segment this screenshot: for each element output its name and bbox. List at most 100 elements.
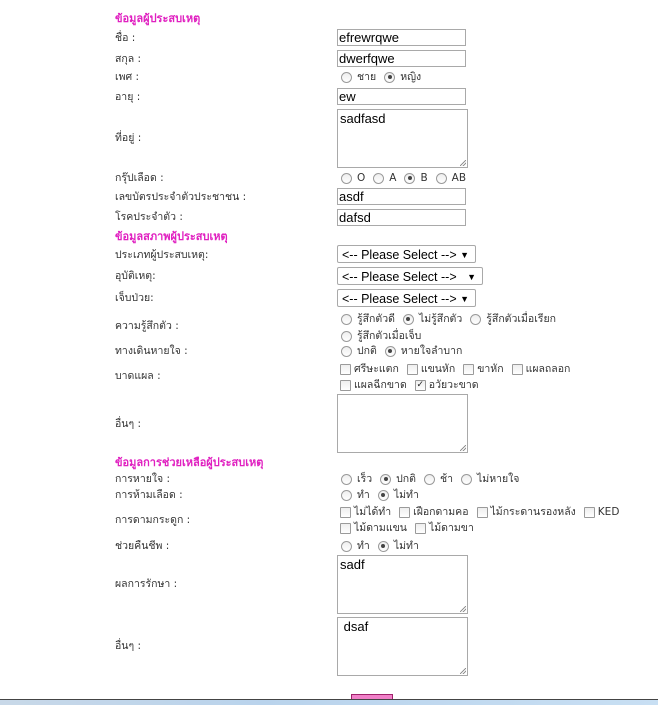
first-name-label: ชื่อ : [115,32,136,44]
wound-checkbox-head[interactable] [340,363,351,375]
wound-label: บาดแผล : [115,370,161,382]
option-label: ศรีษะแตก [354,363,399,375]
breathing-radio-none[interactable] [461,473,472,485]
victim-type-label: ประเภทผู้ประสบเหตุ: [115,249,209,261]
consciousness-radio-unconscious[interactable] [402,313,414,325]
wound-checkbox-group-row2: แผลฉีกขาด ✓ อวัยวะขาด [339,378,486,392]
wound-checkbox-group: ศรีษะแตก แขนหัก ขาหัก แผลถลอก [339,362,577,376]
gender-radio-female[interactable] [384,71,396,83]
option-label: ชาย [357,71,377,83]
splint-checkbox-arm[interactable] [340,522,351,534]
splint-checkbox-neck[interactable] [399,506,411,518]
airway-radio-difficult[interactable] [384,345,396,357]
splint-checkbox-group-row2: ไม้ดามแขน ไม้ดามขา [339,521,481,535]
option-label: ไม้กระดานรองหลัง [490,506,576,518]
cpr-radio-not-done[interactable] [377,540,389,552]
victim-type-select[interactable]: <-- Please Select --> ▼ [337,245,476,263]
blood-radio-o[interactable] [341,172,352,184]
section-heading-condition: ข้อมูลสภาพผู้ประสบเหตุ [115,230,228,243]
gender-radio-male[interactable] [341,71,352,83]
breathing-radio-slow[interactable] [423,473,435,485]
bleeding-radio-group: ทำ ไม่ทำ [340,488,426,502]
wound-checkbox-abrasion[interactable] [511,363,523,375]
section-heading-victim-info: ข้อมูลผู้ประสบเหตุ [115,12,201,25]
illness-select[interactable]: <-- Please Select --> ▼ [337,289,476,307]
breathing-radio-normal[interactable] [380,473,392,485]
option-label: ปกติ [357,345,377,357]
cpr-radio-group: ทำ ไม่ทำ [340,539,426,553]
option-label: ปกติ [396,473,416,485]
assistance-other-label: อื่นๆ : [115,640,141,652]
blood-group-radio-group: O A B AB [340,171,473,185]
cpr-radio-done[interactable] [341,540,352,552]
consciousness-radio-group-row2: รู้สึกตัวเมื่อเจ็บ [340,329,428,343]
address-label: ที่อยู่ : [115,132,142,144]
option-label: เร็ว [357,473,373,485]
condition-other-textarea[interactable] [337,394,468,453]
option-label: หญิง [400,71,422,83]
breathing-radio-fast[interactable] [341,473,352,485]
splint-checkbox-ked[interactable] [583,506,595,518]
dropdown-arrow-icon: ▼ [460,294,469,304]
accident-select[interactable]: <-- Please Select --> ▼ [337,267,483,285]
id-card-input[interactable]: asdf [337,188,466,205]
blood-radio-b[interactable] [404,172,416,184]
section-heading-assistance: ข้อมูลการช่วยเหลือผู้ประสบเหตุ [115,456,264,469]
option-label: ไม้ดามขา [428,522,474,534]
select-value: <-- Please Select --> [342,270,457,284]
blood-radio-ab[interactable] [435,172,447,184]
option-label: ทำ [357,489,370,501]
assistance-other-textarea[interactable]: dsaf [337,617,468,676]
option-label: KED [597,506,620,518]
airway-radio-normal[interactable] [341,345,352,357]
consciousness-label: ความรู้สึกตัว : [115,320,179,332]
id-card-label: เลขบัตรประจำตัวประชาชน : [115,191,247,203]
consciousness-radio-good[interactable] [341,313,352,325]
condition-other-label: อื่นๆ : [115,418,141,430]
bleeding-radio-done[interactable] [341,489,352,501]
option-label: ไม่ทำ [393,540,419,552]
splint-label: การดามกระดูก : [115,514,191,526]
wound-checkbox-arm[interactable] [406,363,418,375]
treatment-result-textarea[interactable]: sadf [337,555,468,614]
option-label: รู้สึกตัวเมื่อเจ็บ [357,330,422,342]
breathing-label: การหายใจ : [115,473,171,485]
option-label: A [389,172,397,184]
disease-input[interactable]: dafsd [337,209,466,226]
blood-radio-a[interactable] [373,172,385,184]
select-value: <-- Please Select --> [342,248,457,262]
wound-checkbox-leg[interactable] [463,363,475,375]
first-name-input[interactable]: efrewrqwe [337,29,466,46]
gender-radio-group: ชาย หญิง [340,70,428,84]
wound-checkbox-amputation[interactable]: ✓ [414,379,426,391]
consciousness-radio-on-pain[interactable] [341,330,352,342]
bleeding-control-label: การห้ามเลือด : [115,489,183,501]
option-label: ช้า [439,473,453,485]
address-textarea[interactable]: sadfasd [337,109,468,168]
option-label: B [420,172,428,184]
dropdown-arrow-icon: ▼ [460,250,469,260]
consciousness-radio-on-call[interactable] [470,313,482,325]
age-input[interactable]: ew [337,88,466,105]
bleeding-radio-not-done[interactable] [377,489,389,501]
airway-radio-group: ปกติ หายใจลำบาก [340,344,469,358]
accident-label: อุบัติเหตุ: [115,270,156,282]
treatment-result-label: ผลการรักษา : [115,578,178,590]
option-label: หายใจลำบาก [400,345,463,357]
option-label: ทำ [357,540,370,552]
select-value: <-- Please Select --> [342,292,457,306]
splint-checkbox-spine-board[interactable] [476,506,488,518]
option-label: อวัยวะขาด [428,379,479,391]
splint-checkbox-none[interactable] [340,506,351,518]
option-label: ไม่ได้ทำ [354,506,392,518]
option-label: เฝือกดามคอ [413,506,469,518]
consciousness-radio-group: รู้สึกตัวดี ไม่รู้สึกตัว รู้สึกตัวเมื่อเ… [340,312,563,326]
option-label: ไม่ทำ [393,489,419,501]
option-label: รู้สึกตัวดี [357,313,395,325]
wound-checkbox-laceration[interactable] [340,379,351,391]
disease-label: โรคประจำตัว : [115,211,183,223]
option-label: ไม่หายใจ [477,473,520,485]
splint-checkbox-leg[interactable] [414,522,426,534]
cpr-label: ช่วยคืนชีพ : [115,540,170,552]
last-name-input[interactable]: dwerfqwe [337,50,466,67]
